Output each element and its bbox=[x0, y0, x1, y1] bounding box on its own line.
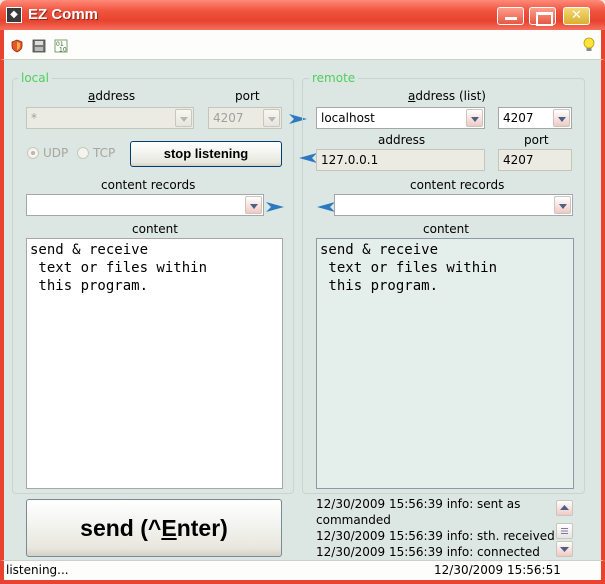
remote-content-label: content bbox=[423, 222, 469, 236]
chevron-down-icon[interactable] bbox=[553, 109, 570, 127]
svg-text:10: 10 bbox=[59, 47, 67, 54]
encoding-icon[interactable]: 01 10 bbox=[54, 39, 68, 53]
arrow-left-icon[interactable] bbox=[317, 202, 335, 212]
remote-address-label: address bbox=[378, 133, 426, 147]
remote-port-label: port bbox=[524, 133, 549, 147]
log-scroll-up-button[interactable] bbox=[556, 500, 573, 516]
lightbulb-icon[interactable] bbox=[582, 37, 596, 53]
remote-records-label: content records bbox=[410, 178, 505, 192]
remote-address-list-rest: ddress (list) bbox=[415, 89, 486, 103]
close-icon: ✕ bbox=[571, 8, 582, 23]
window-title: EZ Comm bbox=[28, 6, 99, 23]
local-content-textarea[interactable]: send & receive text or files within this… bbox=[26, 238, 283, 489]
local-port-value: 4207 bbox=[213, 111, 244, 125]
maximize-button[interactable] bbox=[529, 7, 556, 26]
chevron-up-icon bbox=[560, 505, 569, 510]
local-address-label-rest: ddress bbox=[95, 89, 136, 103]
remote-address-list-select[interactable]: localhost bbox=[316, 107, 485, 129]
chevron-down-icon bbox=[560, 547, 569, 552]
remote-records-select[interactable] bbox=[334, 194, 573, 216]
chevron-down-icon[interactable] bbox=[554, 196, 571, 214]
send-label-prefix: send (^ bbox=[80, 515, 162, 541]
status-timestamp: 12/30/2009 15:56:51 bbox=[434, 563, 561, 577]
remote-address-field: 127.0.0.1 bbox=[316, 149, 485, 171]
minimize-button[interactable] bbox=[497, 7, 524, 25]
local-records-label: content records bbox=[101, 178, 196, 192]
app-window: ◆ EZ Comm ✕ 01 10 local address port * 4… bbox=[0, 0, 605, 584]
log-line: commanded bbox=[316, 513, 391, 527]
local-legend: local bbox=[18, 71, 52, 85]
log-scroll-thumb[interactable] bbox=[556, 523, 573, 539]
remote-port-list-value: 4207 bbox=[503, 111, 534, 125]
close-button[interactable]: ✕ bbox=[563, 7, 590, 25]
udp-label: UDP bbox=[43, 146, 69, 160]
local-records-select[interactable] bbox=[26, 194, 264, 216]
send-button[interactable]: send (^Enter) bbox=[26, 499, 282, 557]
remote-legend: remote bbox=[309, 71, 359, 85]
chevron-down-icon[interactable] bbox=[263, 109, 280, 127]
remote-address-list-value: localhost bbox=[321, 111, 375, 125]
chevron-down-icon[interactable] bbox=[175, 109, 192, 127]
tcp-radio[interactable] bbox=[77, 147, 89, 159]
grip-icon bbox=[561, 528, 568, 534]
log-scroll-down-button[interactable] bbox=[556, 541, 573, 557]
remote-address-list-label: address (list) bbox=[408, 89, 486, 103]
toolbar: 01 10 bbox=[0, 30, 605, 60]
status-bar: listening... 12/30/2009 15:56:51 bbox=[0, 560, 605, 584]
send-label-suffix: nter) bbox=[176, 515, 228, 541]
local-port-select[interactable]: 4207 bbox=[208, 107, 282, 129]
local-address-value: * bbox=[31, 111, 37, 125]
local-address-select[interactable]: * bbox=[26, 107, 194, 129]
stop-listening-button[interactable]: stop listening bbox=[130, 141, 282, 167]
log-line: 12/30/2009 15:56:39 info: sent as bbox=[316, 497, 521, 511]
local-content-label: content bbox=[132, 222, 178, 236]
send-label-key: E bbox=[161, 515, 177, 541]
tcp-label: TCP bbox=[93, 146, 116, 160]
log-list[interactable]: 12/30/2009 15:56:39 info: sent as comman… bbox=[316, 496, 556, 558]
chevron-down-icon[interactable] bbox=[466, 109, 483, 127]
remote-port-list-select[interactable]: 4207 bbox=[498, 107, 572, 129]
status-text: listening... bbox=[6, 563, 69, 577]
local-address-label: address bbox=[88, 89, 136, 103]
chevron-down-icon[interactable] bbox=[245, 196, 262, 214]
log-line: 12/30/2009 15:56:39 info: connected bbox=[316, 545, 540, 558]
arrow-left-icon bbox=[299, 153, 317, 163]
app-icon: ◆ bbox=[6, 7, 22, 23]
save-icon[interactable] bbox=[32, 39, 46, 53]
udp-radio[interactable] bbox=[27, 147, 39, 159]
log-line: 12/30/2009 15:56:39 info: sth. received bbox=[316, 529, 555, 543]
local-port-label: port bbox=[235, 89, 260, 103]
arrow-right-icon[interactable] bbox=[266, 202, 284, 212]
remote-content-textarea[interactable]: send & receive text or files within this… bbox=[316, 238, 574, 489]
remote-port-field: 4207 bbox=[498, 149, 572, 171]
title-bar[interactable]: ◆ EZ Comm ✕ bbox=[0, 0, 605, 30]
shield-icon[interactable] bbox=[10, 39, 24, 53]
